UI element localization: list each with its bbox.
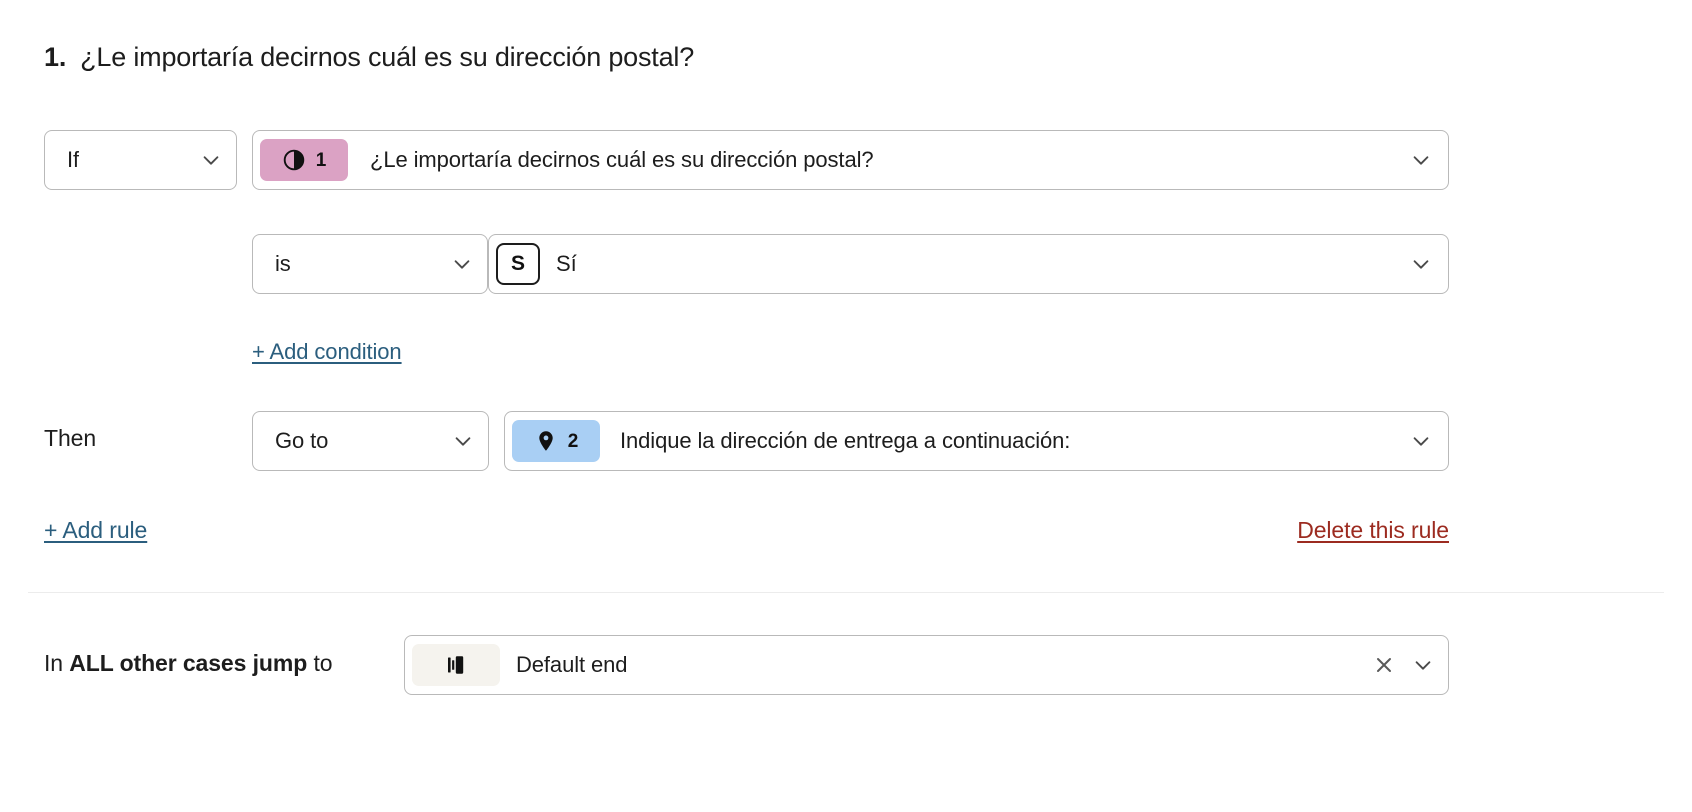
chevron-down-icon xyxy=(1413,437,1429,446)
condition-operator-value: is xyxy=(275,251,291,276)
condition-value-select[interactable]: S Sí xyxy=(488,234,1449,294)
section-divider xyxy=(28,592,1664,593)
logic-rule-editor: 1. ¿Le importaría decirnos cuál es su di… xyxy=(0,0,1692,812)
fallback-label: In ALL other cases jump to xyxy=(44,650,333,677)
then-label: Then xyxy=(44,425,97,451)
chevron-down-icon xyxy=(1415,661,1431,670)
condition-operator-select[interactable]: is xyxy=(252,234,488,294)
if-target-select[interactable]: 1 ¿Le importaría decirnos cuál es su dir… xyxy=(252,130,1449,190)
add-condition-link[interactable]: + Add condition xyxy=(252,339,402,365)
then-target-select[interactable]: 2 Indique la dirección de entrega a cont… xyxy=(504,411,1449,471)
ending-badge xyxy=(412,644,500,686)
fallback-prefix: In xyxy=(44,650,70,676)
if-operator-select[interactable]: If xyxy=(44,130,237,190)
ending-screen-icon xyxy=(448,656,464,674)
condition-value-label: Sí xyxy=(556,251,577,276)
chevron-down-icon xyxy=(1413,156,1429,165)
delete-rule-link[interactable]: Delete this rule xyxy=(1297,517,1449,544)
page-title: 1. ¿Le importaría decirnos cuál es su di… xyxy=(44,42,694,73)
chevron-down-icon xyxy=(203,156,219,165)
question-number: 1. xyxy=(44,42,67,72)
question-title: ¿Le importaría decirnos cuál es su direc… xyxy=(80,42,695,72)
question-badge: 1 xyxy=(260,139,348,181)
target-question-badge: 2 xyxy=(512,420,600,462)
if-operator-value: If xyxy=(67,147,80,172)
fallback-target-select[interactable]: Default end xyxy=(404,635,1449,695)
close-icon[interactable] xyxy=(1372,653,1396,677)
add-rule-link[interactable]: + Add rule xyxy=(44,517,147,544)
fallback-suffix: to xyxy=(307,650,333,676)
target-badge-number: 2 xyxy=(567,430,579,452)
if-target-label: ¿Le importaría decirnos cuál es su direc… xyxy=(370,147,874,172)
fallback-target-label: Default end xyxy=(516,652,628,677)
chevron-down-icon xyxy=(455,437,471,446)
then-target-label: Indique la dirección de entrega a contin… xyxy=(620,428,1071,453)
chevron-down-icon xyxy=(1413,260,1429,269)
choice-key-badge: S xyxy=(496,243,540,285)
question-badge-number: 1 xyxy=(315,149,327,171)
fallback-strong: ALL other cases jump xyxy=(69,650,308,676)
then-action-select[interactable]: Go to xyxy=(252,411,489,471)
yes-no-circle-icon xyxy=(283,149,304,171)
then-action-value: Go to xyxy=(275,428,329,453)
map-pin-icon xyxy=(539,431,553,451)
chevron-down-icon xyxy=(454,260,470,269)
